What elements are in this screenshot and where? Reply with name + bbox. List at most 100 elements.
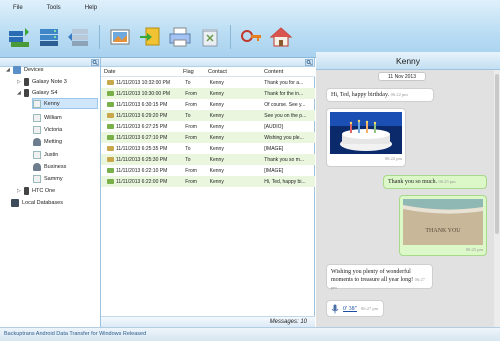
conversation-title: Kenny [316, 52, 500, 70]
conversation-panel: Kenny 11 Nov 2013 Hi, Ted, happy birthda… [316, 52, 500, 327]
audio-message-bubble[interactable]: 0' 38" 06:27 pm [326, 300, 384, 317]
tree-contact-victoria[interactable]: Victoria [33, 124, 62, 135]
export-button[interactable] [135, 23, 165, 51]
contact-icon [33, 174, 41, 183]
tree-contact-sammy[interactable]: Sammy [33, 173, 63, 184]
backup-icon [9, 28, 29, 47]
collapse-arrow-icon: ▷ [17, 187, 21, 194]
message-icon [107, 135, 114, 140]
print-button[interactable] [165, 23, 195, 51]
register-button[interactable] [236, 23, 266, 51]
message-bubble-received[interactable]: Wishing you plenty of wonderful moments … [326, 264, 433, 290]
photo-icon [110, 29, 130, 45]
phone-icon [24, 77, 29, 86]
device-tree: ◢ Devices ▷ Galaxy Note 3 ◢ Galaxy S4 Ke… [0, 58, 101, 327]
message-time: 06:25 pm [465, 247, 483, 252]
message-bubble-received-image[interactable]: 06:22 pm [326, 108, 406, 167]
column-flag[interactable]: Flag [180, 67, 205, 76]
expand-arrow-icon: ◢ [17, 89, 21, 96]
print-icon [169, 27, 191, 47]
message-time: 06:22 pm [384, 156, 402, 161]
table-row[interactable]: 11/11/2013 6:27:25 PM From Kenny [AUDIO] [101, 121, 315, 132]
table-row[interactable]: 11/11/2013 6:25:35 PM To Kenny [IMAGE] [101, 143, 315, 154]
toolbar [4, 23, 296, 51]
toolbar-separator [99, 25, 100, 49]
home-icon [269, 27, 293, 47]
message-icon [107, 102, 114, 107]
scrollbar-thumb[interactable] [495, 74, 499, 234]
table-row[interactable]: 11/11/2013 6:30:15 PM From Kenny Of cour… [101, 99, 315, 110]
search-icon [92, 60, 98, 66]
message-icon [107, 146, 114, 151]
message-bubble-sent-image[interactable]: THANK YOU 06:25 pm [399, 195, 487, 256]
restore-button[interactable] [64, 23, 94, 51]
tree-device-galaxy-note-3[interactable]: ▷ Galaxy Note 3 [17, 76, 67, 87]
tree-device-htc-one[interactable]: ▷ HTC One [17, 185, 55, 196]
tree-contact-kenny[interactable]: Kenny [32, 98, 98, 109]
microphone-icon [331, 304, 339, 313]
group-icon [33, 162, 41, 171]
date-separator: 11 Nov 2013 [378, 72, 426, 81]
birthday-cake-image [330, 112, 402, 154]
message-count: Messages: 10 [269, 319, 307, 325]
menu-bar: File Tools Help [0, 5, 108, 17]
message-time: 06:27 pm [361, 306, 379, 311]
devices-icon [13, 65, 21, 74]
message-icon [107, 157, 114, 162]
database-icon [11, 198, 19, 207]
home-button[interactable] [266, 23, 296, 51]
message-text: Thank you so much. [388, 179, 437, 185]
menu-help[interactable]: Help [85, 5, 97, 17]
message-icon [107, 179, 114, 184]
collapse-arrow-icon: ▷ [17, 78, 21, 85]
menu-tools[interactable]: Tools [47, 5, 61, 17]
table-row[interactable]: 11/11/2013 6:22:10 PM From Kenny [IMAGE] [101, 165, 315, 176]
tree-device-galaxy-s4[interactable]: ◢ Galaxy S4 [17, 87, 57, 98]
column-contact[interactable]: Contact [205, 67, 261, 76]
message-list: Date Flag Contact Content 11/11/2013 10:… [101, 58, 315, 327]
tree-contact-metting[interactable]: Metting [33, 136, 62, 147]
table-row[interactable]: 11/11/2013 10:30:00 PM From Kenny Thank … [101, 88, 315, 99]
table-row[interactable]: 11/11/2013 6:29:20 PM To Kenny See you o… [101, 110, 315, 121]
conversation-scrollbar[interactable] [494, 70, 500, 327]
audio-duration-link[interactable]: 0' 38" [343, 306, 357, 312]
message-icon [107, 124, 114, 129]
contact-icon [33, 125, 41, 134]
message-bubble-sent[interactable]: Thank you so much. 06:25 pm [383, 175, 487, 189]
database-button[interactable] [34, 23, 64, 51]
group-icon [33, 137, 41, 146]
tree-search-button[interactable] [91, 59, 99, 66]
photo-button[interactable] [105, 23, 135, 51]
phone-icon [24, 186, 29, 195]
message-icon [107, 168, 114, 173]
list-search-button[interactable] [305, 59, 313, 66]
list-header [101, 58, 314, 67]
table-row[interactable]: 11/11/2013 6:22:00 PM From Kenny Hi, Ted… [101, 176, 315, 187]
delete-button[interactable] [195, 23, 225, 51]
tree-contact-william[interactable]: William [33, 112, 62, 123]
contact-icon [33, 113, 41, 122]
table-row[interactable]: 11/11/2013 6:27:10 PM From Kenny Wishing… [101, 132, 315, 143]
table-row[interactable]: 11/11/2013 10:32:00 PM To Kenny Thank yo… [101, 77, 315, 88]
column-content[interactable]: Content [261, 67, 315, 76]
phone-icon [24, 88, 29, 97]
sand-writing: THANK YOU [425, 228, 461, 234]
tree-local-databases[interactable]: Local Databases [11, 197, 63, 208]
beach-photo-image: THANK YOU [403, 199, 483, 245]
message-bubble-received[interactable]: Hi, Ted, happy birthday. 06:22 pm [326, 88, 434, 102]
status-message[interactable]: Backuptrans Android Data Transfer for Wi… [4, 331, 146, 337]
message-time: 06:22 pm [390, 92, 408, 97]
message-icon [107, 91, 114, 96]
message-icon [107, 80, 114, 85]
column-date[interactable]: Date [101, 67, 180, 76]
backup-button[interactable] [4, 23, 34, 51]
database-icon [40, 29, 58, 46]
restore-icon [68, 29, 88, 46]
tree-root-devices[interactable]: ◢ Devices [6, 64, 44, 75]
menu-file[interactable]: File [13, 5, 23, 17]
table-row[interactable]: 11/11/2013 6:25:30 PM To Kenny Thank you… [101, 154, 315, 165]
toolbar-separator [230, 25, 231, 49]
message-icon [107, 113, 114, 118]
tree-contact-justin[interactable]: Justin [33, 149, 58, 160]
tree-contact-business[interactable]: Business [33, 161, 66, 172]
